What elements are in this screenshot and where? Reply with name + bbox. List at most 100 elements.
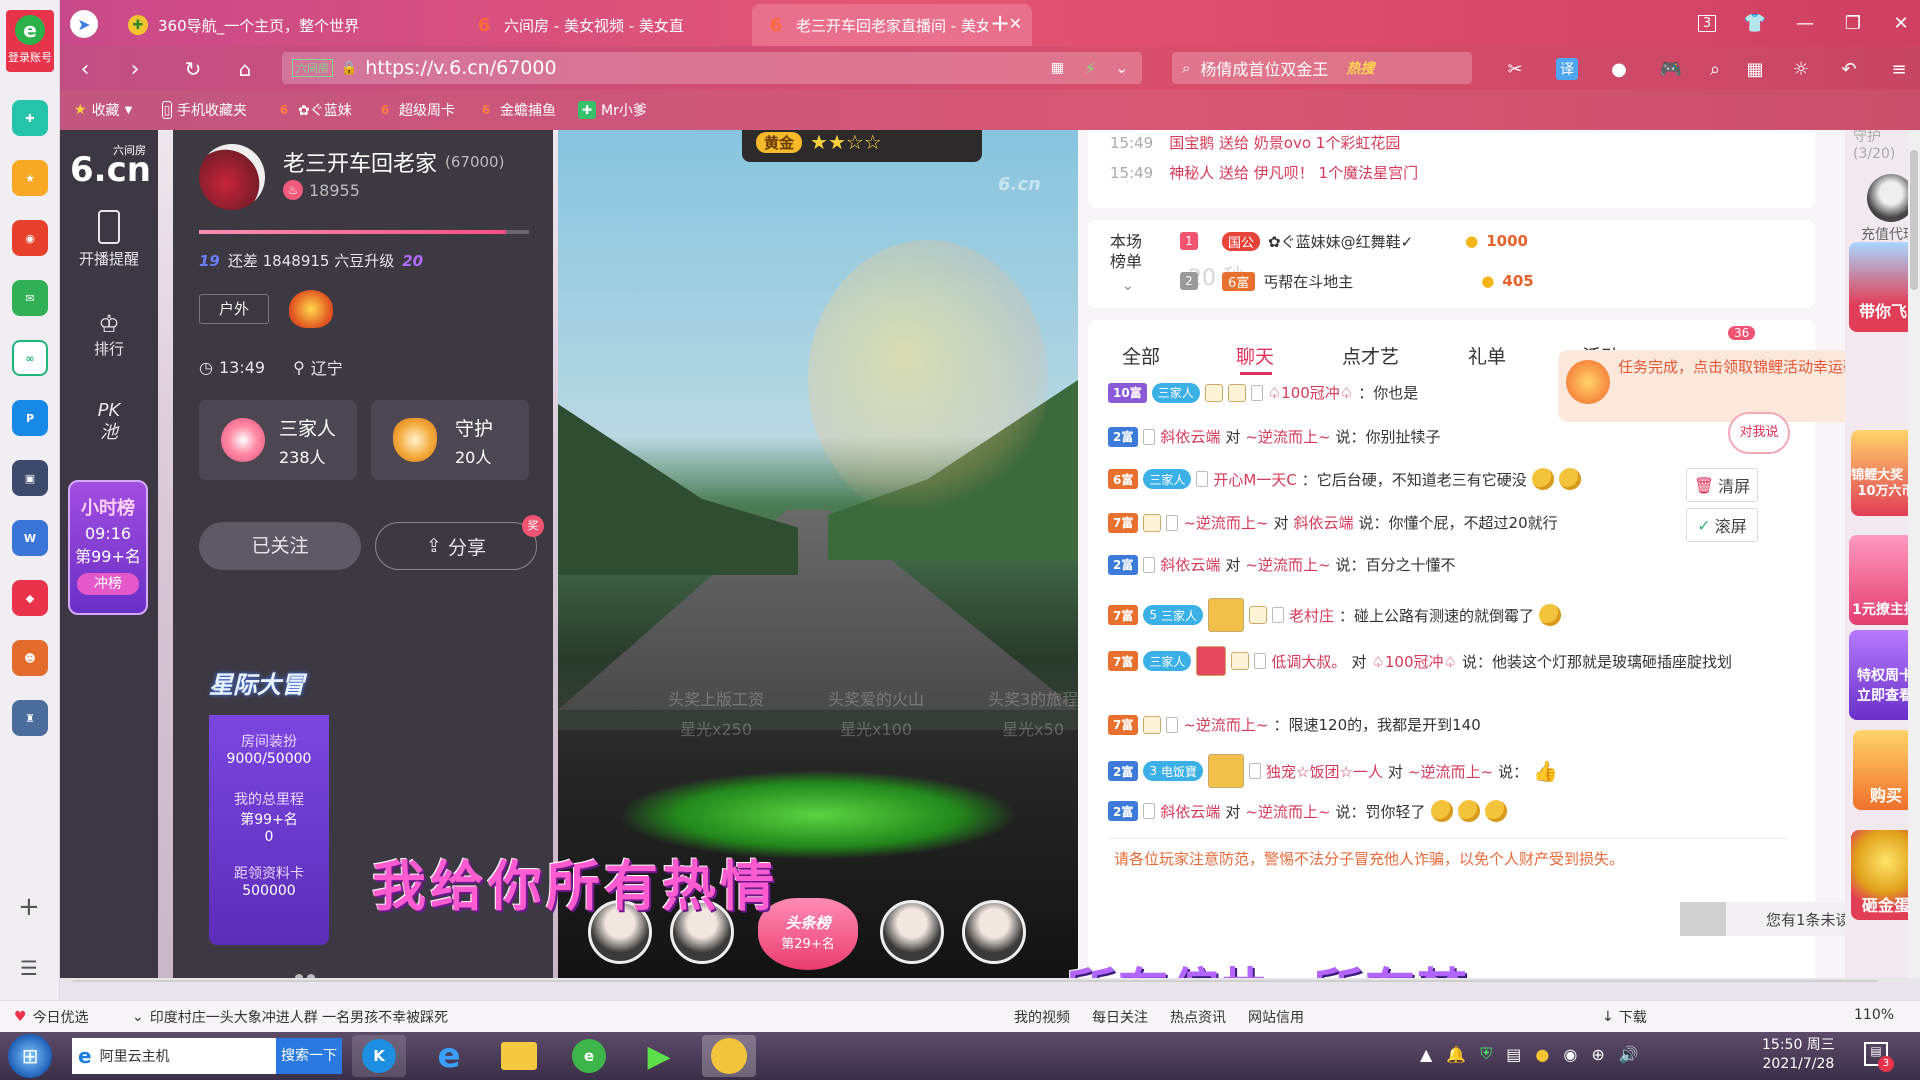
avatar-app-icon[interactable]: ☻	[12, 640, 48, 676]
interstellar-promo[interactable]: 星际大冒 房间装扮 9000/50000 我的总里程 第99+名 0 距领资料卡…	[209, 635, 329, 955]
volume-icon[interactable]: 🔊	[1619, 1045, 1639, 1064]
task-complete-tip[interactable]: 任务完成，点击领取锦鲤活动幸运码~	[1558, 350, 1888, 422]
new-tab-icon[interactable]: +	[985, 8, 1015, 38]
game-app-icon[interactable]: ▣	[12, 460, 48, 496]
tray-up-icon[interactable]: ▲	[1420, 1045, 1432, 1064]
fan-avatar[interactable]	[880, 900, 944, 964]
chevron-down-icon[interactable]: ⌄	[1115, 59, 1128, 77]
status-hot-news[interactable]: 热点资讯	[1170, 1007, 1226, 1027]
star-app-icon[interactable]: ★	[12, 160, 48, 196]
shield-icon[interactable]: ⛨	[1480, 1044, 1492, 1064]
account-button[interactable]: e 登录账号	[6, 10, 54, 72]
chevron-down-icon[interactable]: ⌄	[1122, 278, 1134, 294]
magnifier-icon[interactable]: ⌕	[1700, 54, 1730, 84]
nav-live-reminder[interactable]: 开播提醒	[60, 210, 158, 269]
zoom-level[interactable]: 110%	[1854, 1007, 1894, 1023]
add-app-icon[interactable]: +	[18, 892, 40, 922]
grid-icon[interactable]: ▦	[1740, 54, 1770, 84]
horizontal-scrollbar[interactable]	[60, 978, 1920, 982]
undo-icon[interactable]: ↶	[1834, 54, 1864, 84]
notification-icon[interactable]: ▤ 3	[1864, 1042, 1894, 1072]
chat-message[interactable]: 7富 三家人 低调大叔。对 ♤100冠冲♤ 说：他装这个灯那就是玻璃砸插座腚找划	[1108, 646, 1795, 702]
tab-talent[interactable]: 点才艺	[1342, 342, 1399, 369]
hour-rank-card[interactable]: 小时榜 09:16 第99+名 冲榜	[68, 480, 148, 615]
taskbar-360[interactable]: e	[562, 1035, 616, 1077]
sun-icon[interactable]: ☼	[1786, 54, 1816, 84]
back-icon[interactable]: ‹	[70, 54, 100, 84]
gamepad-icon[interactable]: 🎮	[1656, 54, 1686, 84]
category-tag[interactable]: 户外	[199, 294, 269, 324]
rank-item[interactable]: 2 6富 丐帮在斗地主 ● 405	[1180, 266, 1534, 296]
status-daily-focus[interactable]: 每日关注	[1092, 1007, 1148, 1027]
follow-button[interactable]: 已关注	[199, 522, 361, 570]
chat-message[interactable]: 2富 3 电饭寶 独宠☆饭团☆一人对 ~逆流而上~ 说： 👍	[1108, 754, 1795, 788]
chat-message[interactable]: 7富 ~逆流而上~ 对斜依云端 说：你懂个屁，不超过20就行	[1108, 512, 1675, 533]
skin-icon[interactable]: 👕	[1740, 8, 1770, 38]
window-count-button[interactable]: 3	[1692, 8, 1722, 38]
nav-ranking[interactable]: ♔ 排行	[60, 310, 158, 359]
share-button[interactable]: ⇪ 分享 奖	[375, 515, 544, 570]
chat-message[interactable]: 7富 5 三家人 老村庄 ：碰上公路有测速的就倒霉了	[1108, 598, 1795, 632]
bookmark-favorites[interactable]: ★ 收藏 ▼	[74, 98, 132, 122]
family-button[interactable]: 三家人 238人	[199, 400, 357, 480]
redapp-app-icon[interactable]: ◆	[12, 580, 48, 616]
bolt-icon[interactable]: ⚡	[1085, 59, 1096, 78]
minimize-icon[interactable]: —	[1790, 8, 1820, 38]
url-field[interactable]: 六间房 🔒 https://v.6.cn/67000 ▦ ⚡ ⌄	[282, 52, 1142, 84]
nav-pk-pool[interactable]: PK池	[60, 400, 158, 444]
status-download[interactable]: ↓ 下载	[1602, 1007, 1647, 1027]
menu-list-icon[interactable]: ☰	[20, 956, 38, 980]
weibo-app-icon[interactable]: ◉	[12, 220, 48, 256]
scissors-icon[interactable]: ✂	[1500, 54, 1530, 84]
bookmark-lanmei[interactable]: 6 ✿ぐ蓝妹	[275, 98, 352, 122]
taskbar-search[interactable]: e 阿里云主机 搜索一下	[72, 1038, 342, 1074]
chat-message[interactable]: 7富 ~逆流而上~ ：限速120的，我都是开到140	[1108, 714, 1795, 735]
bookmark-fishing[interactable]: 6 金蟾捕鱼	[477, 98, 556, 122]
tab-6cn-home[interactable]: 6 六间房 - 美女视频 - 美女直	[460, 4, 750, 46]
rank-item[interactable]: 1 国公 ✿ぐ蓝妹妹@红舞鞋✓ ● 1000	[1180, 226, 1528, 256]
status-my-video[interactable]: 我的视频	[1014, 1007, 1070, 1027]
news-ticker[interactable]: ⌄ 印度村庄一头大象冲进人群 一名男孩不幸被踩死	[132, 1007, 448, 1027]
scrollbar[interactable]	[1908, 130, 1920, 982]
taskbar-ie[interactable]: e	[422, 1035, 476, 1077]
anchor-avatar[interactable]	[199, 144, 265, 210]
tab-gift-list[interactable]: 礼单	[1468, 342, 1506, 369]
taskbar-player[interactable]: ▶	[632, 1035, 686, 1077]
p-app-icon[interactable]: P	[12, 400, 48, 436]
scroll-screen-button[interactable]: ✓ 滚屏	[1686, 508, 1758, 542]
network-icon[interactable]: ⊕	[1591, 1045, 1604, 1064]
search-box[interactable]: ⌕ 杨倩成首位双金王 热搜	[1172, 52, 1472, 84]
daily-picks[interactable]: ♥ 今日优选	[14, 1007, 89, 1027]
compass-icon[interactable]: ➤	[70, 10, 98, 38]
site-logo[interactable]: 六间房 6.cn	[66, 140, 152, 190]
360-tray-icon[interactable]: ●	[1535, 1045, 1549, 1064]
bookmark-mr[interactable]: ✚ Mr小爹	[578, 98, 647, 122]
clover-app-icon[interactable]: ✚	[12, 100, 48, 136]
taskbar-k-app[interactable]: K	[352, 1035, 406, 1077]
rush-rank-button[interactable]: 冲榜	[77, 573, 139, 595]
fly-promo[interactable]: 带你飞	[1849, 242, 1917, 332]
chat-message[interactable]: 2富 斜依云端对 ~逆流而上~ 说：百分之十懂不	[1108, 554, 1675, 575]
fort-app-icon[interactable]: ♜	[12, 700, 48, 736]
mail-app-icon[interactable]: ✉	[12, 280, 48, 316]
bookmark-weekcard[interactable]: 6 超级周卡	[376, 98, 455, 122]
guard-button[interactable]: 守护 20人	[371, 400, 529, 480]
rank-board-title[interactable]: 本场榜单	[1110, 232, 1150, 272]
menu-icon[interactable]: ≡	[1884, 54, 1914, 84]
fan-avatar[interactable]	[962, 900, 1026, 964]
penguin-icon[interactable]: ◉	[1563, 1045, 1577, 1064]
chat-message[interactable]: 10富 三家人 ♤100冠冲♤ ：你也是	[1108, 382, 1545, 403]
chat-message[interactable]: 2富 斜依云端对 ~逆流而上~ 说：你别扯犊子	[1108, 426, 1795, 447]
taskbar-explorer[interactable]	[492, 1035, 546, 1077]
bell-icon[interactable]: 🔔	[1446, 1045, 1466, 1064]
qr-icon[interactable]: ▦	[1051, 60, 1064, 76]
coin-icon[interactable]: ●	[1604, 54, 1634, 84]
taskbar-app-active[interactable]	[702, 1035, 756, 1077]
clock[interactable]: 15:50 周三 2021/7/28	[1762, 1036, 1835, 1074]
note-icon[interactable]: ▤	[1506, 1045, 1521, 1064]
status-site-credit[interactable]: 网站信用	[1248, 1007, 1304, 1027]
restore-icon[interactable]: ❐	[1838, 8, 1868, 38]
tab-chat[interactable]: 聊天	[1236, 342, 1274, 369]
bookmark-mobile[interactable]: ▯ 手机收藏夹	[162, 98, 247, 122]
forward-icon[interactable]: ›	[120, 54, 150, 84]
